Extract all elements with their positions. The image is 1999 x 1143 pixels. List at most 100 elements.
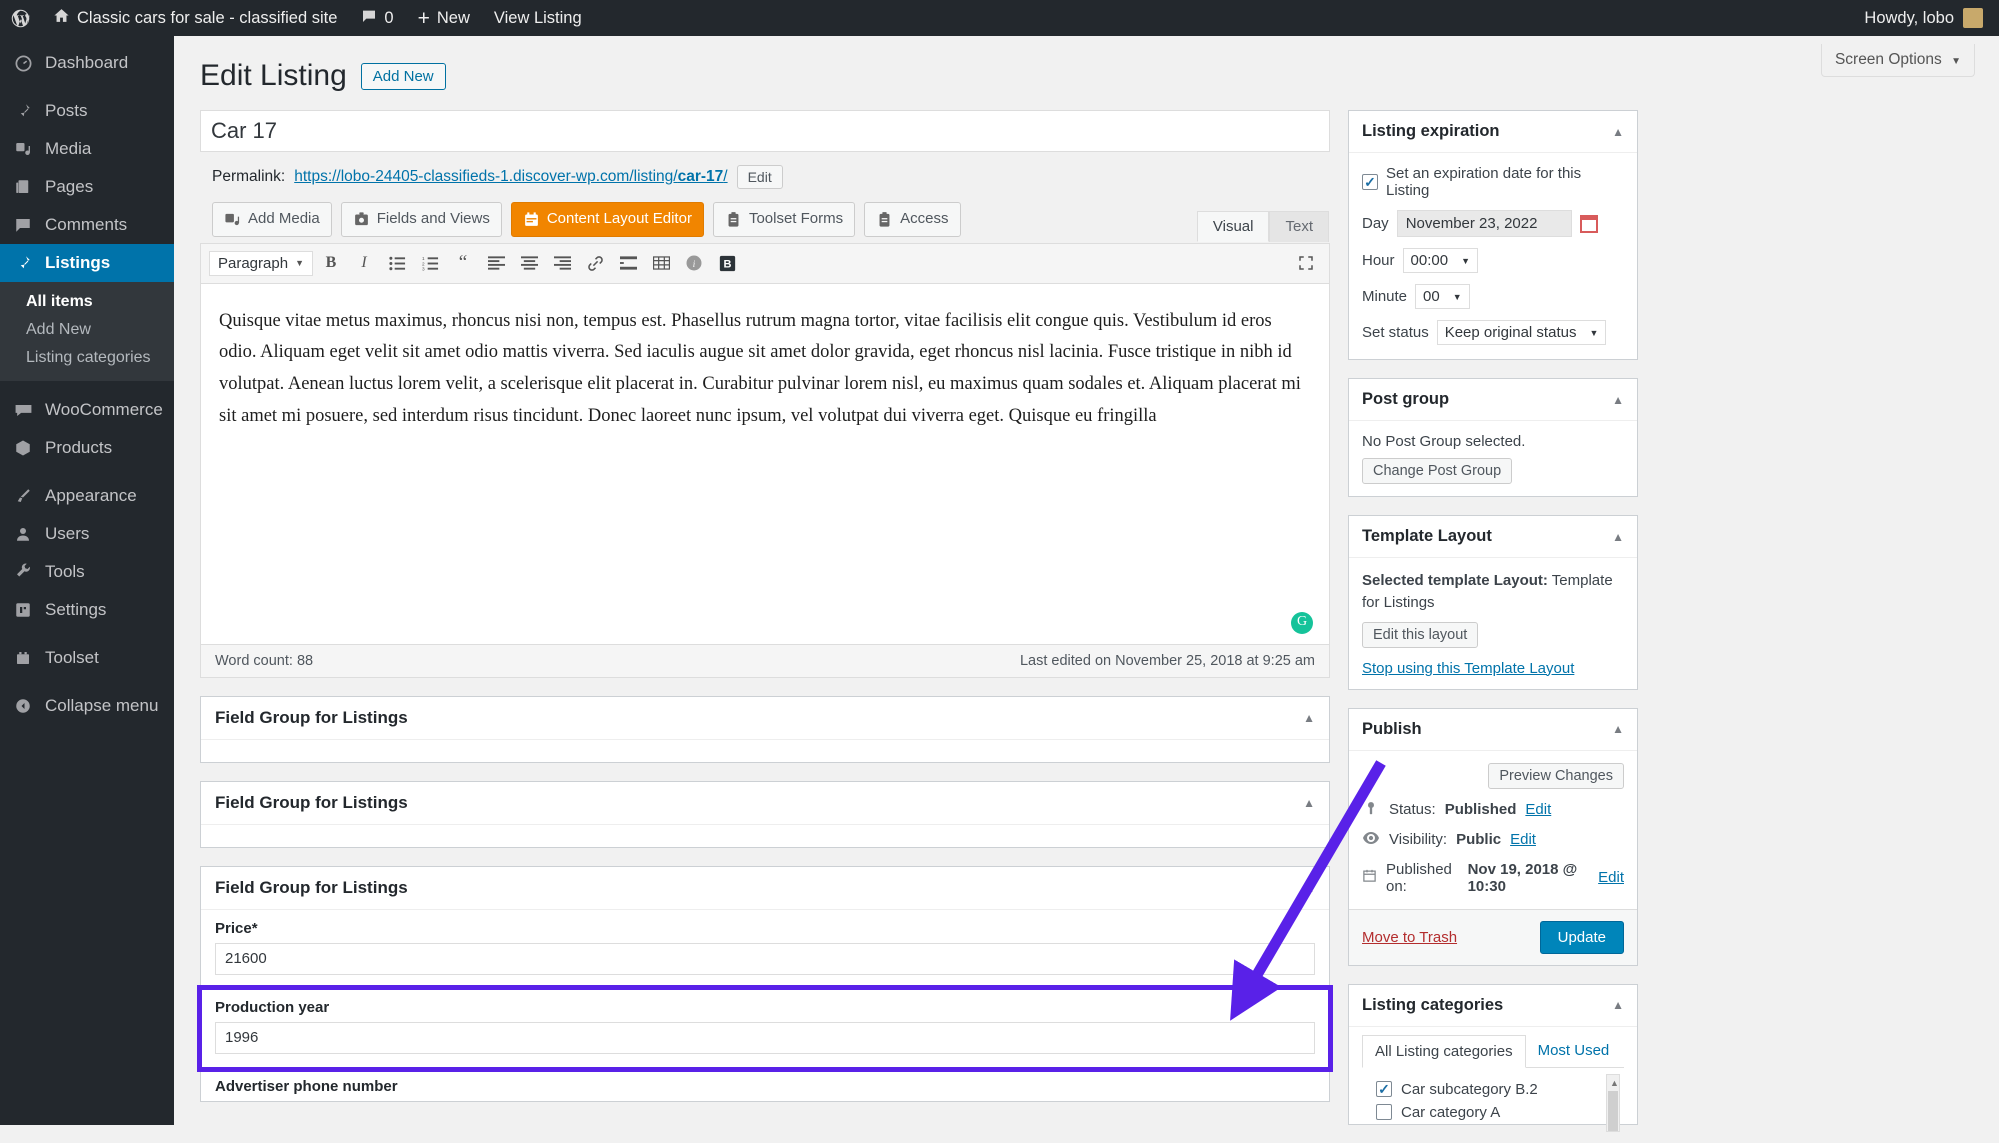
panel-header[interactable]: Publish ▲ <box>1349 709 1637 751</box>
sidebar-item-collapse-menu[interactable]: Collapse menu <box>0 687 174 725</box>
production-year-input[interactable] <box>215 1021 1315 1054</box>
expiration-checkbox[interactable] <box>1362 174 1378 190</box>
comments-button[interactable]: 0 <box>349 0 405 36</box>
panel-header[interactable]: Field Group for Listings ▲ <box>201 697 1329 740</box>
panel-header[interactable]: Listing categories ▲ <box>1349 985 1637 1027</box>
align-left-icon[interactable] <box>481 249 511 277</box>
add-media-button[interactable]: Add Media <box>212 202 332 237</box>
sidebar-item-media[interactable]: Media <box>0 130 174 168</box>
category-label: Car category A <box>1401 1103 1501 1121</box>
toolbar-toggle-icon[interactable]: i <box>679 249 709 277</box>
price-input[interactable] <box>215 942 1315 975</box>
toolset-forms-button[interactable]: Toolset Forms <box>712 202 856 237</box>
add-new-button[interactable]: Add New <box>360 62 446 90</box>
sidebar-item-products[interactable]: Products <box>0 429 174 467</box>
stop-using-template-link[interactable]: Stop using this Template Layout <box>1362 660 1574 677</box>
sidebar-item-settings[interactable]: Settings <box>0 591 174 629</box>
hour-select[interactable]: 00:00 ▼ <box>1402 248 1478 273</box>
align-center-icon[interactable] <box>514 249 544 277</box>
tab-all-listing-categories[interactable]: All Listing categories <box>1362 1034 1526 1068</box>
panel-header[interactable]: Template Layout ▲ <box>1349 516 1637 558</box>
fullscreen-icon[interactable] <box>1291 249 1321 277</box>
calendar-icon[interactable] <box>1579 214 1598 233</box>
bold-icon[interactable]: B <box>316 249 346 277</box>
sidebar-item-woocommerce[interactable]: WooCommerce <box>0 391 174 429</box>
sidebar-item-tools[interactable]: Tools <box>0 553 174 591</box>
account-menu[interactable]: Howdy, lobo <box>1864 8 1999 28</box>
edit-permalink-button[interactable]: Edit <box>736 165 783 189</box>
access-button[interactable]: Access <box>864 202 961 237</box>
chevron-up-icon[interactable]: ▲ <box>1612 125 1624 139</box>
expiration-day-input[interactable]: November 23, 2022 <box>1396 210 1572 237</box>
paragraph-format-select[interactable]: Paragraph ▼ <box>209 250 313 276</box>
chevron-up-icon[interactable]: ▲ <box>1303 796 1315 810</box>
sidebar-item-listing-categories[interactable]: Listing categories <box>0 344 174 372</box>
site-name-button[interactable]: Classic cars for sale - classified site <box>41 0 349 36</box>
panel-body: No Post Group selected. Change Post Grou… <box>1349 421 1637 496</box>
tab-text[interactable]: Text <box>1269 210 1329 242</box>
category-item[interactable]: Car category A <box>1368 1101 1618 1124</box>
set-status-select[interactable]: Keep original status ▼ <box>1436 320 1607 345</box>
panel-header[interactable]: Field Group for Listings ▲ <box>201 782 1329 825</box>
screen-options-toggle[interactable]: Screen Options ▼ <box>1820 44 1975 77</box>
sidebar-item-listings[interactable]: Listings <box>0 244 182 282</box>
permalink-suffix: / <box>723 168 728 185</box>
view-listing-button[interactable]: View Listing <box>482 0 594 36</box>
content-layout-editor-button[interactable]: Content Layout Editor <box>510 202 704 237</box>
numbered-list-icon[interactable]: 123 <box>415 249 445 277</box>
fields-and-views-button[interactable]: Fields and Views <box>340 202 502 237</box>
panel-header[interactable]: Field Group for Listings ▲ <box>201 867 1329 910</box>
bold-boxed-icon[interactable]: B <box>712 249 742 277</box>
change-post-group-button[interactable]: Change Post Group <box>1362 458 1513 484</box>
category-checkbox[interactable] <box>1376 1104 1392 1120</box>
sidebar-item-pages[interactable]: Pages <box>0 168 174 206</box>
move-to-trash-link[interactable]: Move to Trash <box>1362 929 1457 946</box>
tab-visual[interactable]: Visual <box>1196 210 1270 242</box>
align-right-icon[interactable] <box>547 249 577 277</box>
sidebar-item-add-new[interactable]: Add New <box>0 316 174 344</box>
sidebar-item-users[interactable]: Users <box>0 515 174 553</box>
chevron-up-icon[interactable]: ▲ <box>1303 881 1315 895</box>
tab-most-used[interactable]: Most Used <box>1526 1035 1622 1067</box>
expiration-checkbox-row[interactable]: Set an expiration date for this Listing <box>1362 165 1624 199</box>
preview-changes-button[interactable]: Preview Changes <box>1488 762 1624 789</box>
minute-label: Minute <box>1362 288 1408 305</box>
read-more-icon[interactable] <box>613 249 643 277</box>
blockquote-icon[interactable]: “ <box>448 249 478 277</box>
chevron-up-icon[interactable]: ▲ <box>1303 711 1315 725</box>
editor-content-area[interactable]: Quisque vitae metus maximus, rhoncus nis… <box>201 284 1329 644</box>
status-edit-link[interactable]: Edit <box>1525 801 1551 818</box>
permalink-link[interactable]: https://lobo-24405-classifieds-1.discove… <box>294 168 727 186</box>
update-button[interactable]: Update <box>1539 920 1624 954</box>
table-icon[interactable] <box>646 249 676 277</box>
wordpress-logo-button[interactable] <box>0 0 41 36</box>
panel-header[interactable]: Listing expiration ▲ <box>1349 111 1637 153</box>
sidebar-item-comments[interactable]: Comments <box>0 206 174 244</box>
published-edit-link[interactable]: Edit <box>1598 869 1624 886</box>
publish-status-row: Status: Published Edit <box>1362 801 1624 819</box>
post-title-input[interactable] <box>200 110 1330 152</box>
sidebar-item-appearance[interactable]: Appearance <box>0 477 174 515</box>
sidebar-item-toolset[interactable]: Toolset <box>0 639 174 677</box>
category-checkbox[interactable] <box>1376 1081 1392 1097</box>
bulleted-list-icon[interactable] <box>382 249 412 277</box>
sidebar-item-posts[interactable]: Posts <box>0 92 174 130</box>
sidebar-item-dashboard[interactable]: Dashboard <box>0 44 174 82</box>
panel-header[interactable]: Post group ▲ <box>1349 379 1637 421</box>
link-icon[interactable] <box>580 249 610 277</box>
scroll-up-icon[interactable]: ▲ <box>1610 1078 1619 1088</box>
chevron-up-icon[interactable]: ▲ <box>1612 393 1624 407</box>
chevron-up-icon[interactable]: ▲ <box>1612 998 1624 1012</box>
new-content-button[interactable]: + New <box>406 0 482 36</box>
chevron-up-icon[interactable]: ▲ <box>1612 530 1624 544</box>
chevron-up-icon[interactable]: ▲ <box>1612 722 1624 736</box>
category-item[interactable]: Car subcategory B.2 <box>1368 1078 1618 1101</box>
sidebar-item-all-items[interactable]: All items <box>0 288 174 316</box>
grammarly-icon[interactable]: G <box>1291 611 1313 634</box>
chevron-down-icon: ▼ <box>295 258 304 268</box>
visibility-edit-link[interactable]: Edit <box>1510 831 1536 848</box>
category-scrollbar[interactable]: ▲ <box>1606 1073 1620 1132</box>
edit-this-layout-button[interactable]: Edit this layout <box>1362 621 1479 648</box>
italic-icon[interactable]: I <box>349 249 379 277</box>
minute-select[interactable]: 00 ▼ <box>1415 284 1470 309</box>
